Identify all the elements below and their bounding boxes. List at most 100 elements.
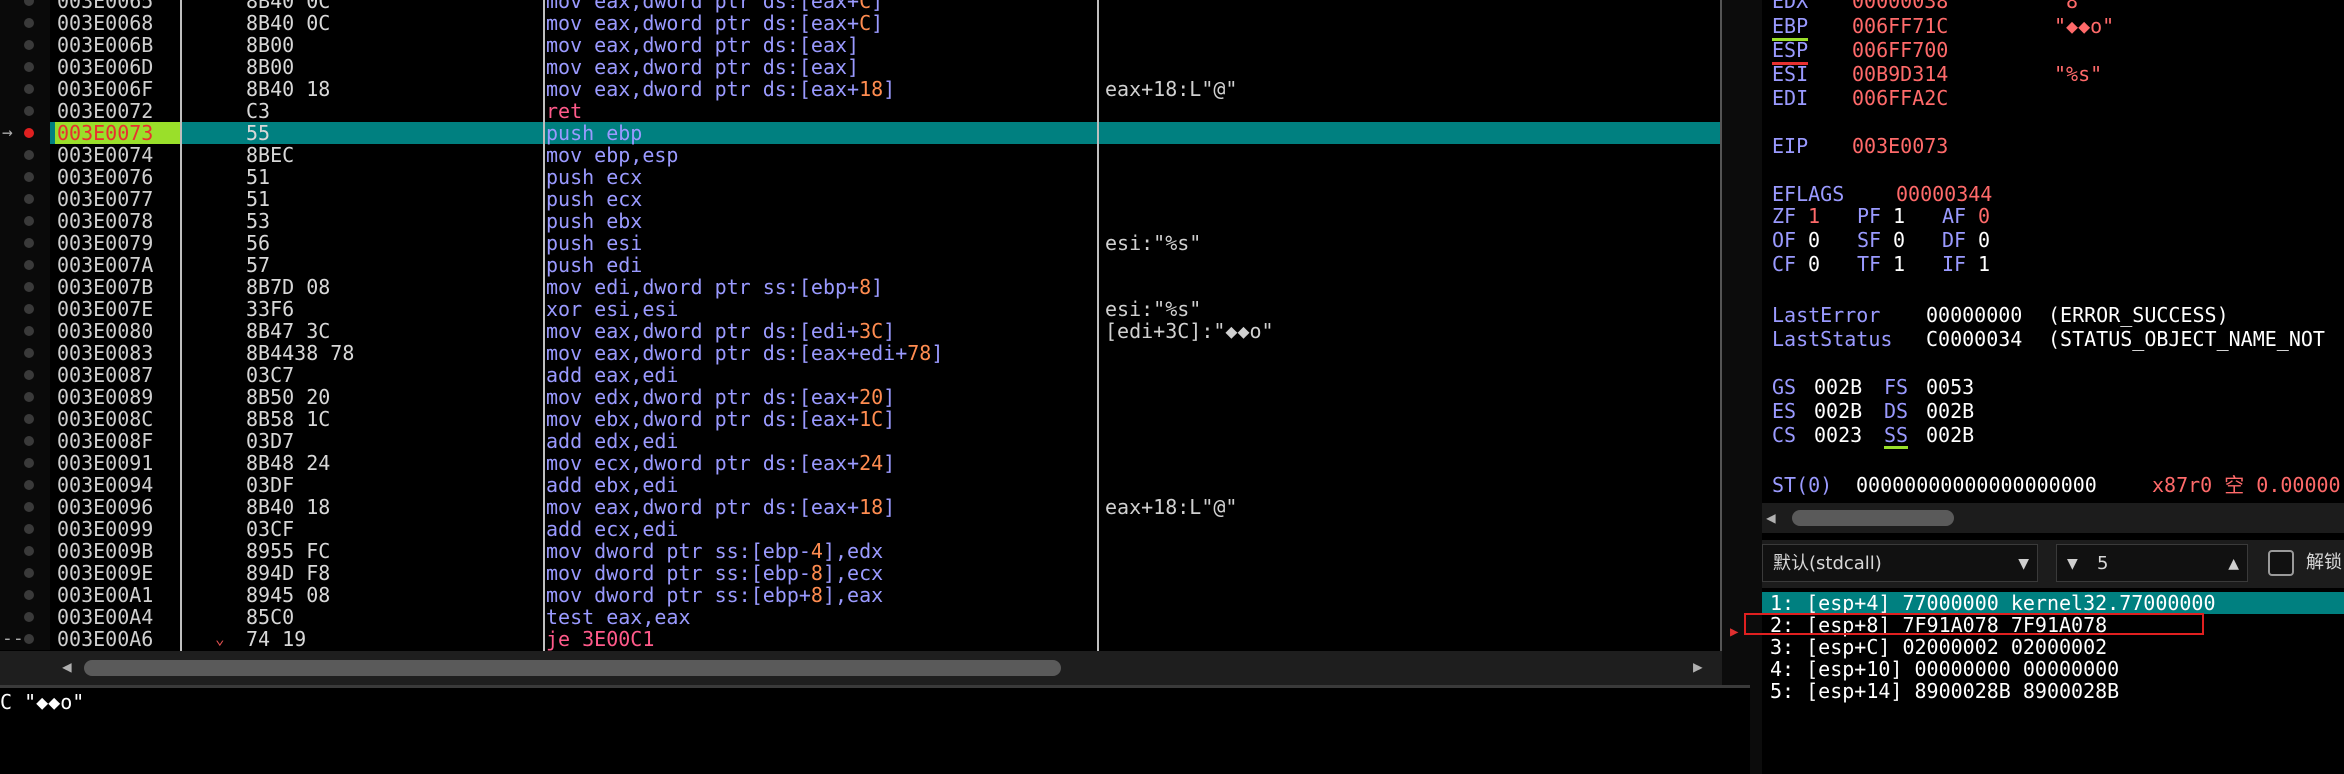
register-value[interactable]: 00000344 — [1896, 183, 1992, 205]
register-name[interactable]: ESP — [1772, 38, 1809, 65]
instruction[interactable]: add edx,edi — [546, 430, 678, 452]
disasm-row[interactable]: 003E009E 894D F8 mov dword ptr ss:[ebp-8],… — [0, 562, 1722, 584]
address[interactable]: 003E00A1 — [55, 584, 182, 606]
instruction[interactable]: push ebp — [546, 122, 642, 144]
registers-hscroll-thumb[interactable] — [1792, 510, 1954, 526]
breakpoint-dot-icon[interactable] — [24, 326, 34, 336]
disasm-row[interactable]: 003E007A 57 push edi — [0, 254, 1722, 276]
disasm-row[interactable]: 003E0077 51 push ecx — [0, 188, 1722, 210]
address[interactable]: 003E0079 — [55, 232, 182, 254]
address[interactable]: 003E00A4 — [55, 606, 182, 628]
breakpoint-dot-icon[interactable] — [24, 304, 34, 314]
breakpoint-dot-icon[interactable] — [24, 370, 34, 380]
instruction[interactable]: mov eax,dword ptr ds:[eax] — [546, 56, 859, 78]
breakpoint-dot-icon[interactable] — [24, 150, 34, 160]
breakpoint-dot-icon[interactable] — [24, 216, 34, 226]
breakpoint-dot-icon[interactable] — [24, 282, 34, 292]
breakpoint-dot-icon[interactable] — [24, 480, 34, 490]
instruction[interactable]: push ecx — [546, 188, 642, 210]
register-value[interactable]: 00000038 — [1852, 0, 1948, 12]
register-value[interactable]: 00000000 — [1926, 304, 2022, 326]
disasm-hscrollbar[interactable]: ◀ ▶ — [0, 651, 1722, 685]
calling-convention-select[interactable]: 默认(stdcall) ▼ — [1762, 544, 2038, 582]
flag-value[interactable]: 0 — [1893, 229, 1905, 251]
address[interactable]: 003E0074 — [55, 144, 182, 166]
instruction[interactable]: push ecx — [546, 166, 642, 188]
register-name[interactable]: EIP — [1772, 134, 1808, 158]
breakpoint-dot-icon[interactable] — [24, 238, 34, 248]
breakpoint-dot-icon[interactable] — [24, 172, 34, 182]
breakpoint-dot-icon[interactable] — [24, 194, 34, 204]
chevron-down-icon[interactable]: ▼ — [2067, 545, 2078, 583]
instruction[interactable]: mov eax,dword ptr ds:[eax+edi+78] — [546, 342, 943, 364]
address[interactable]: 003E007A — [55, 254, 182, 276]
address[interactable]: 003E006B — [55, 34, 182, 56]
flag-value[interactable]: 1 — [1893, 253, 1905, 275]
disasm-row[interactable]: 003E006F 8B40 18 mov eax,dword ptr ds:[eax… — [0, 78, 1722, 100]
register-name[interactable]: ESI — [1772, 62, 1808, 86]
breakpoint-dot-icon[interactable] — [24, 84, 34, 94]
address[interactable]: 003E008C — [55, 408, 182, 430]
instruction[interactable]: ret — [546, 100, 582, 122]
breakpoint-dot-icon[interactable] — [24, 436, 34, 446]
disasm-row[interactable]: 003E0091 8B48 24 mov ecx,dword ptr ds:[eax… — [0, 452, 1722, 474]
segment-value[interactable]: 002B — [1926, 424, 1974, 446]
breakpoint-dot-icon[interactable] — [24, 524, 34, 534]
instruction[interactable]: xor esi,esi — [546, 298, 678, 320]
instruction[interactable]: test eax,eax — [546, 606, 691, 628]
instruction[interactable]: mov edx,dword ptr ds:[eax+20] — [546, 386, 895, 408]
scroll-right-icon[interactable]: ▶ — [1693, 657, 1703, 676]
address[interactable]: 003E009B — [55, 540, 182, 562]
breakpoint-dot-icon[interactable] — [24, 414, 34, 424]
flag-value[interactable]: 1 — [1978, 253, 1990, 275]
disasm-row-current[interactable]: → 003E0073 55 push ebp — [0, 122, 1722, 144]
address[interactable]: 003E0099 — [55, 518, 182, 540]
register-row[interactable]: ESP 006FF700 — [1772, 38, 1948, 65]
stack-args-list[interactable]: 1: [esp+4] 77000000 kernel32.77000000 2: … — [1744, 592, 2344, 774]
flag-value[interactable]: 1 — [1893, 205, 1905, 227]
instruction[interactable]: mov eax,dword ptr ds:[eax+C] — [546, 12, 883, 34]
segment-value[interactable]: 002B — [1814, 400, 1862, 422]
address[interactable]: 003E0076 — [55, 166, 182, 188]
disasm-row[interactable]: 003E0078 53 push ebx — [0, 210, 1722, 232]
disasm-row[interactable]: 003E0083 8B4438 78 mov eax,dword ptr ds:[e… — [0, 342, 1722, 364]
instruction[interactable]: push edi — [546, 254, 642, 276]
disasm-row[interactable]: 003E0080 8B47 3C mov eax,dword ptr ds:[edi… — [0, 320, 1722, 342]
breakpoint-dot-icon[interactable] — [24, 106, 34, 116]
pane-splitter[interactable] — [1722, 0, 1762, 774]
register-name[interactable]: EDX — [1772, 0, 1808, 13]
register-row[interactable]: EDX 00000038 "8" — [1772, 0, 2090, 13]
disasm-row[interactable]: 003E0068 8B40 0C mov eax,dword ptr ds:[eax… — [0, 12, 1722, 34]
address[interactable]: 003E007B — [55, 276, 182, 298]
address[interactable]: 003E009E — [55, 562, 182, 584]
register-row[interactable]: ESI 00B9D314 "%s" — [1772, 62, 2102, 86]
segment-value[interactable]: 0023 — [1814, 424, 1862, 446]
instruction[interactable]: mov dword ptr ss:[ebp-4],edx — [546, 540, 883, 562]
breakpoint-dot-icon[interactable] — [24, 590, 34, 600]
disasm-row[interactable]: 003E00A4 85C0 test eax,eax — [0, 606, 1722, 628]
flag-value[interactable]: 1 — [1808, 205, 1820, 227]
chevron-up-icon[interactable]: ▲ — [2228, 545, 2239, 583]
disasm-row[interactable]: 003E0076 51 push ecx — [0, 166, 1722, 188]
instruction[interactable]: mov ebp,esp — [546, 144, 678, 166]
instruction[interactable]: add eax,edi — [546, 364, 678, 386]
instruction[interactable]: je 3E00C1 — [546, 628, 654, 650]
disasm-row[interactable]: 003E0079 56 push esi esi:"%s" — [0, 232, 1722, 254]
stack-arg-row[interactable]: 1: [esp+4] 77000000 kernel32.77000000 — [1762, 592, 2344, 614]
address[interactable]: 003E0072 — [55, 100, 182, 122]
scroll-left-icon[interactable]: ◀ — [1766, 508, 1776, 527]
flag-value[interactable]: 0 — [1978, 205, 1990, 227]
disassembly-view[interactable]: 003E0065 8B40 0C mov eax,dword ptr ds:[eax… — [0, 0, 1722, 651]
address[interactable]: 003E0068 — [55, 12, 182, 34]
address[interactable]: 003E0083 — [55, 342, 182, 364]
breakpoint-dot-icon[interactable] — [24, 40, 34, 50]
disasm-row[interactable]: 003E008C 8B58 1C mov ebx,dword ptr ds:[eax… — [0, 408, 1722, 430]
address[interactable]: 003E0091 — [55, 452, 182, 474]
breakpoint-dot-icon[interactable] — [24, 458, 34, 468]
register-value[interactable]: 00000000000000000000 — [1856, 474, 2097, 496]
address[interactable]: 003E006D — [55, 56, 182, 78]
instruction[interactable]: push ebx — [546, 210, 642, 232]
instruction[interactable]: add ecx,edi — [546, 518, 678, 540]
segment-value[interactable]: 0053 — [1926, 376, 1974, 398]
register-value[interactable]: 003E0073 — [1852, 135, 1948, 157]
